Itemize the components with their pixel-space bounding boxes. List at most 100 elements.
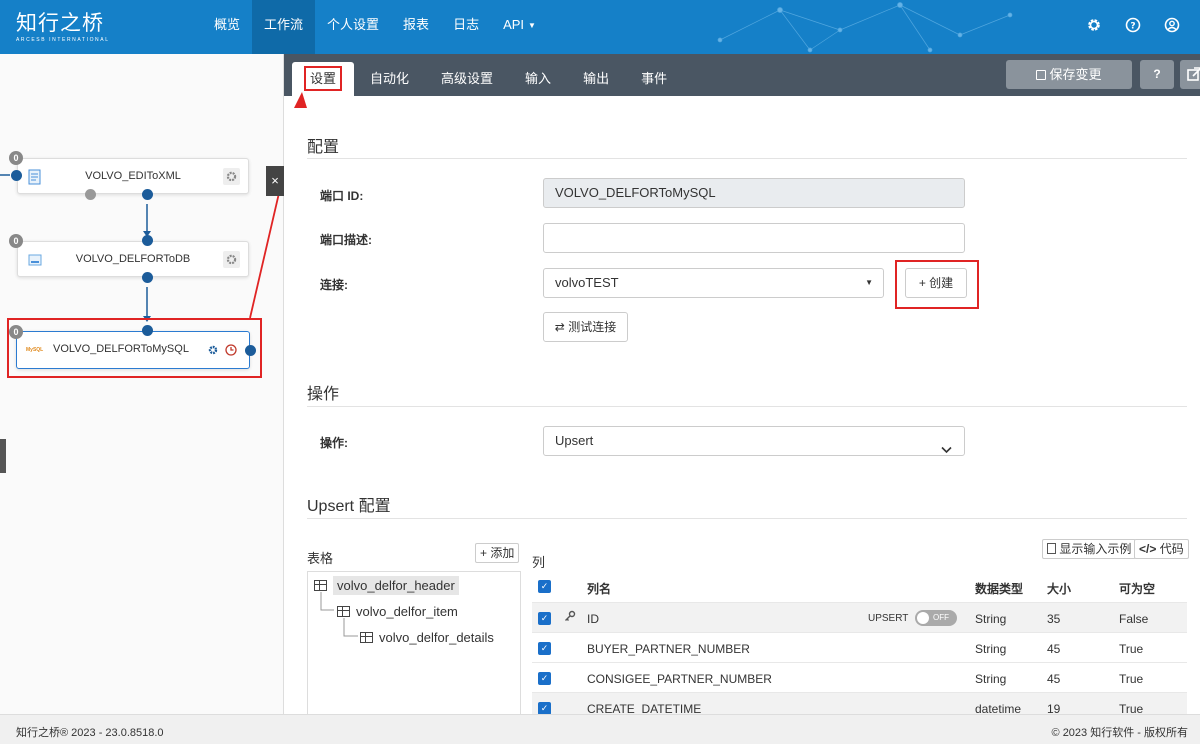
operation-label: 操作: xyxy=(320,436,348,450)
node-input-port[interactable] xyxy=(142,325,153,336)
help-button[interactable]: ? xyxy=(1140,60,1174,89)
row-name: BUYER_PARTNER_NUMBER xyxy=(587,642,750,656)
row-checkbox[interactable]: ✓ xyxy=(538,702,551,714)
node-count-badge: 0 xyxy=(9,234,23,248)
gear-icon[interactable] xyxy=(1086,17,1102,33)
connection-select-value: volvoTEST xyxy=(555,275,619,290)
connection-select[interactable]: volvoTEST ▼ xyxy=(543,268,884,298)
footer-version: 知行之桥® 2023 - 23.0.8518.0 xyxy=(16,727,164,739)
save-changes-button[interactable]: 保存变更 xyxy=(1006,60,1132,89)
row-type: String xyxy=(975,612,1007,626)
config-section-title: 配置 xyxy=(307,139,340,156)
node-label: VOLVO_DELFORToMySQL xyxy=(53,343,189,355)
divider xyxy=(307,518,1187,519)
row-checkbox[interactable]: ✓ xyxy=(538,642,551,655)
tab-output[interactable]: 输出 xyxy=(567,62,625,96)
port-tabbar: 设置 自动化 高级设置 输入 输出 事件 保存变更 ? xyxy=(284,54,1200,96)
external-link-button[interactable] xyxy=(1180,60,1200,89)
file-icon xyxy=(1047,543,1056,554)
clock-icon[interactable] xyxy=(225,344,237,359)
row-nullable: True xyxy=(1119,702,1144,714)
row-checkbox[interactable]: ✓ xyxy=(538,612,551,625)
tree-item-header[interactable]: volvo_delfor_header xyxy=(314,576,459,595)
operation-section-title: 操作 xyxy=(307,386,340,403)
code-label: 代码 xyxy=(1159,542,1184,556)
tab-automation[interactable]: 自动化 xyxy=(354,62,425,96)
help-circle-icon[interactable]: ? xyxy=(1125,17,1141,33)
nav-logs[interactable]: 日志 xyxy=(441,0,491,54)
row-name: CONSIGEE_PARTNER_NUMBER xyxy=(587,672,772,686)
table-row[interactable]: ✓ CONSIGEE_PARTNER_NUMBER String 45 True xyxy=(532,663,1187,693)
node-input-port[interactable] xyxy=(142,235,153,246)
close-panel-button[interactable]: × xyxy=(266,166,284,196)
col-header-nullable: 可为空 xyxy=(1119,582,1156,596)
nav-profile[interactable]: 个人设置 xyxy=(315,0,391,54)
tab-advanced[interactable]: 高级设置 xyxy=(425,62,509,96)
columns-label: 列 xyxy=(532,555,546,570)
tab-input[interactable]: 输入 xyxy=(509,62,567,96)
node-output-port[interactable] xyxy=(142,272,153,283)
external-link-icon xyxy=(1187,67,1200,81)
flow-node-edi-to-xml[interactable]: VOLVO_EDIToXML xyxy=(17,158,249,194)
footer: 知行之桥® 2023 - 23.0.8518.0 © 2023 知行软件 - 版… xyxy=(0,714,1200,744)
row-name: ID xyxy=(587,612,599,626)
row-checkbox[interactable]: ✓ xyxy=(538,672,551,685)
test-connection-label: 测试连接 xyxy=(568,320,617,334)
add-table-button[interactable]: + 添加 xyxy=(475,543,520,563)
tree-item-item[interactable]: volvo_delfor_item xyxy=(337,604,458,619)
node-input-port[interactable] xyxy=(11,170,22,181)
tree-item-details[interactable]: volvo_delfor_details xyxy=(360,630,494,645)
node-output-port[interactable] xyxy=(142,189,153,200)
node-settings-gear-icon[interactable] xyxy=(223,251,240,268)
tab-events[interactable]: 事件 xyxy=(625,62,683,96)
row-type: String xyxy=(975,642,1007,656)
caret-down-icon: ▼ xyxy=(865,278,873,287)
node-label: VOLVO_EDIToXML xyxy=(85,170,181,182)
flow-canvas[interactable]: VOLVO_EDIToXML 0 VOLVO_DELFORToDB 0 MySQ… xyxy=(0,54,284,714)
nav-workflow[interactable]: 工作流 xyxy=(252,0,316,54)
table-row[interactable]: ✓ CREATE_DATETIME datetime 19 True xyxy=(532,693,1187,714)
nav-reports[interactable]: 报表 xyxy=(391,0,441,54)
upsert-toggle[interactable]: OFF xyxy=(915,610,957,626)
node-error-port[interactable] xyxy=(85,189,96,200)
node-count-badge: 0 xyxy=(9,325,23,339)
network-decoration xyxy=(717,2,1013,53)
flow-connectors xyxy=(0,167,284,322)
expand-side-tab[interactable] xyxy=(0,439,6,473)
top-navbar: 知行之桥 ARCESB INTERNATIONAL 概览 工作流 个人设置 报表… xyxy=(0,0,1200,54)
test-connection-button[interactable]: ⇄ 测试连接 xyxy=(543,312,628,342)
app-logo[interactable]: 知行之桥 ARCESB INTERNATIONAL xyxy=(16,10,110,43)
create-connection-button[interactable]: + 创建 xyxy=(905,268,967,298)
nav-overview[interactable]: 概览 xyxy=(202,0,252,54)
user-circle-icon[interactable] xyxy=(1164,17,1180,33)
node-output-port[interactable] xyxy=(245,345,256,356)
operation-select[interactable]: Upsert xyxy=(543,426,965,456)
show-input-sample-button[interactable]: 显示输入示例 xyxy=(1042,539,1137,559)
table-row[interactable]: ✓ BUYER_PARTNER_NUMBER String 45 True xyxy=(532,633,1187,663)
nav-api-label: API xyxy=(503,17,525,32)
tab-settings[interactable]: 设置 xyxy=(292,62,355,96)
node-label: VOLVO_DELFORToDB xyxy=(75,253,191,265)
code-button[interactable]: </> 代码 xyxy=(1134,539,1189,559)
table-icon xyxy=(337,606,350,617)
table-row[interactable]: ✓ ID UPSERT OFF String 35 False xyxy=(532,603,1187,633)
node-settings-gear-icon[interactable] xyxy=(207,344,219,359)
nav-api[interactable]: API ▼ xyxy=(491,0,548,54)
flow-node-delfor-to-mysql[interactable]: MySQL VOLVO_DELFORToMySQL xyxy=(16,331,250,369)
row-nullable: True xyxy=(1119,672,1144,686)
col-header-type: 数据类型 xyxy=(975,582,1024,596)
row-nullable: True xyxy=(1119,642,1144,656)
port-desc-field[interactable] xyxy=(543,223,965,253)
table-icon xyxy=(360,632,373,643)
flow-node-delfor-to-db[interactable]: VOLVO_DELFORToDB xyxy=(17,241,249,277)
node-settings-gear-icon[interactable] xyxy=(223,168,240,185)
row-size: 45 xyxy=(1047,642,1061,656)
footer-copyright: © 2023 知行软件 - 版权所有 xyxy=(1051,727,1188,739)
logo-subtext: ARCESB INTERNATIONAL xyxy=(16,37,110,43)
select-all-checkbox[interactable]: ✓ xyxy=(538,580,551,593)
code-icon: </> xyxy=(1139,542,1157,556)
operation-select-value: Upsert xyxy=(555,433,594,448)
port-settings-panel: 配置 端口 ID: VOLVO_DELFORToMySQL 端口描述: 连接: … xyxy=(284,96,1200,714)
save-label: 保存变更 xyxy=(1049,67,1102,82)
port-id-field[interactable]: VOLVO_DELFORToMySQL xyxy=(543,178,965,208)
